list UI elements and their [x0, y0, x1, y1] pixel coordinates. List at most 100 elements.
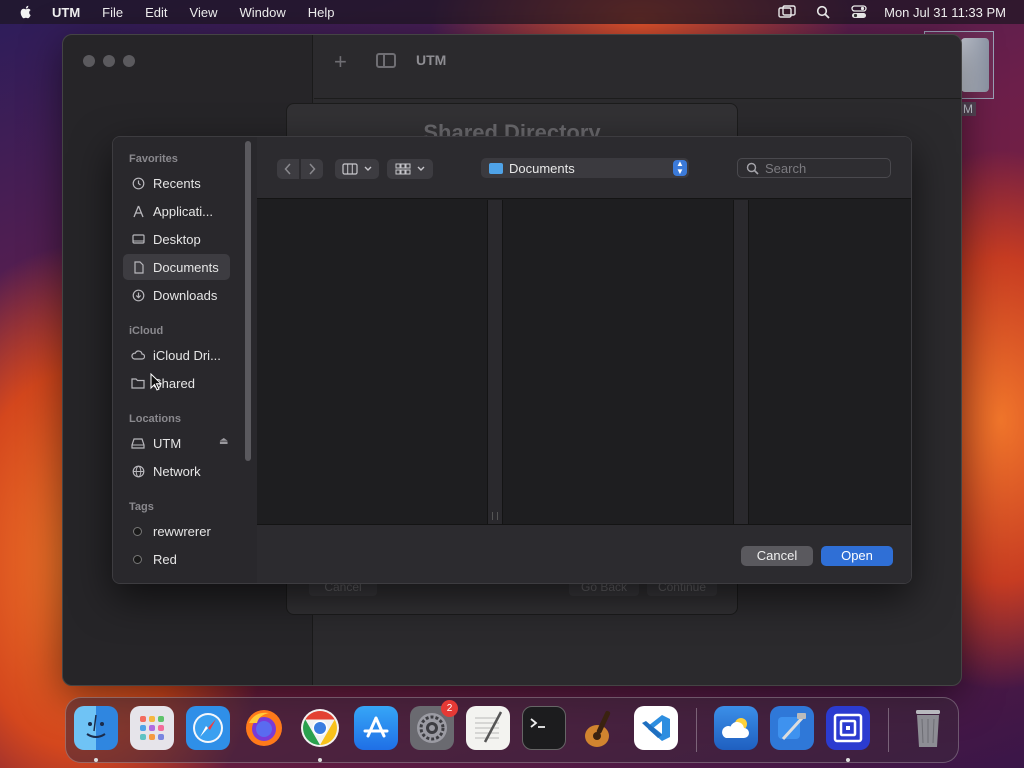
dock-garageband[interactable] [578, 706, 622, 750]
sidebar-scrollbar[interactable] [245, 141, 251, 461]
app-store-icon [363, 716, 389, 738]
column-resize-bar[interactable] [733, 200, 749, 524]
zoom-window-button[interactable] [123, 55, 135, 67]
running-indicator [846, 758, 850, 762]
sidebar-item-label: Applicati... [153, 203, 213, 219]
sidebar-item-label: Network [153, 463, 201, 479]
sidebar-item-shared[interactable]: Shared [123, 370, 230, 396]
sidebar-item-applications[interactable]: Applicati... [123, 198, 230, 224]
column-resize-bar[interactable] [487, 200, 503, 524]
menu-app-name[interactable]: UTM [52, 5, 80, 20]
search-field[interactable] [737, 158, 891, 178]
minimize-window-button[interactable] [103, 55, 115, 67]
browser-column[interactable] [749, 200, 911, 524]
dock-trash[interactable] [906, 706, 950, 750]
finder-sidebar: Favorites Recents Applicati... Desktop D… [113, 137, 257, 583]
apple-icon[interactable] [18, 4, 34, 20]
running-indicator [318, 758, 322, 762]
utm-window-title: UTM [416, 52, 447, 68]
browser-column[interactable] [503, 200, 733, 524]
column-view-icon [342, 163, 358, 175]
sidebar-item-desktop[interactable]: Desktop [123, 226, 230, 252]
xcode-icon [778, 713, 806, 741]
sidebar-tag-item[interactable]: rewwrerer [123, 518, 230, 544]
open-button[interactable]: Open [821, 546, 893, 566]
desktop-drive-label[interactable]: M [960, 102, 976, 116]
sidebar-item-label: rewwrerer [153, 523, 211, 539]
chevron-right-icon [309, 163, 316, 175]
sidebar-item-label: Documents [153, 259, 219, 275]
utm-icon [833, 713, 863, 743]
textedit-icon [475, 711, 503, 743]
sidebar-item-label: Desktop [153, 231, 201, 247]
chevron-down-icon [417, 166, 425, 171]
back-button[interactable] [277, 159, 299, 179]
menu-edit[interactable]: Edit [145, 5, 167, 20]
menu-clock[interactable]: Mon Jul 31 11:33 PM [884, 5, 1006, 20]
desktop-icon [131, 232, 145, 246]
drive-body [961, 38, 989, 92]
dock-vscode[interactable] [634, 706, 678, 750]
tag-dot-icon [133, 526, 142, 536]
sidebar-toggle-icon[interactable] [376, 53, 396, 68]
group-button[interactable] [387, 159, 433, 179]
tag-dot-icon [133, 554, 142, 564]
search-icon[interactable] [814, 5, 832, 19]
finder-icon [86, 714, 106, 738]
firefox-icon [246, 710, 282, 746]
menu-bar: UTM File Edit View Window Help Mon Jul 3… [0, 0, 1024, 24]
sidebar-item-utm[interactable]: UTM ⏏ [123, 430, 230, 456]
view-mode-button[interactable] [335, 159, 379, 179]
search-input[interactable] [765, 160, 885, 176]
add-vm-icon[interactable]: + [334, 49, 347, 75]
sidebar-tag-item[interactable]: Red [123, 546, 230, 572]
chevron-left-icon [284, 163, 291, 175]
dock-finder[interactable] [74, 706, 118, 750]
dock-terminal[interactable] [522, 706, 566, 750]
sidebar-item-label: Downloads [153, 287, 218, 303]
safari-icon [193, 713, 223, 743]
cancel-button[interactable]: Cancel [741, 546, 813, 566]
dock-launchpad[interactable] [130, 706, 174, 750]
eject-icon[interactable]: ⏏ [219, 436, 228, 447]
sidebar-item-label: UTM [153, 435, 182, 451]
updown-chevron-icon: ▲ ▼ [673, 160, 687, 176]
dock-utm[interactable] [826, 706, 870, 750]
location-popup[interactable]: Documents ▲ ▼ [481, 158, 689, 178]
close-window-button[interactable] [83, 55, 95, 67]
globe-icon [131, 464, 145, 478]
folder-icon [489, 162, 503, 174]
garageband-icon [585, 710, 611, 747]
screen-mirroring-icon[interactable] [778, 5, 796, 19]
tag-dot-icon [133, 582, 142, 583]
dock-xcode[interactable] [770, 706, 814, 750]
utm-toolbar: + UTM [314, 35, 961, 99]
dock-chrome[interactable] [298, 706, 342, 750]
menu-window[interactable]: Window [239, 5, 285, 20]
control-center-icon[interactable] [850, 5, 868, 19]
sidebar-item-documents[interactable]: Documents [123, 254, 230, 280]
dock-system-settings[interactable]: 2 [410, 700, 458, 750]
dock-safari[interactable] [186, 706, 230, 750]
sidebar-item-recents[interactable]: Recents [123, 170, 230, 196]
sidebar-item-icloud-drive[interactable]: iCloud Dri... [123, 342, 230, 368]
menu-help[interactable]: Help [308, 5, 335, 20]
panel-toolbar: Documents ▲ ▼ [257, 137, 911, 199]
location-label: Documents [509, 160, 575, 176]
dock-textedit[interactable] [466, 706, 510, 750]
sidebar-item-downloads[interactable]: Downloads [123, 282, 230, 308]
dock-weather[interactable] [714, 706, 758, 750]
notification-badge: 2 [441, 700, 458, 717]
sidebar-tag-item[interactable]: O [123, 574, 230, 583]
dock-firefox[interactable] [242, 706, 286, 750]
dock-app-store[interactable] [354, 706, 398, 750]
panel-footer: Cancel Open [257, 524, 911, 583]
menu-view[interactable]: View [190, 5, 218, 20]
sidebar-item-network[interactable]: Network [123, 458, 230, 484]
launchpad-icon [140, 716, 164, 740]
menu-file[interactable]: File [102, 5, 123, 20]
forward-button[interactable] [301, 159, 323, 179]
resize-grip-icon[interactable] [492, 512, 498, 520]
browser-column[interactable] [257, 200, 487, 524]
dock-separator [696, 708, 697, 752]
